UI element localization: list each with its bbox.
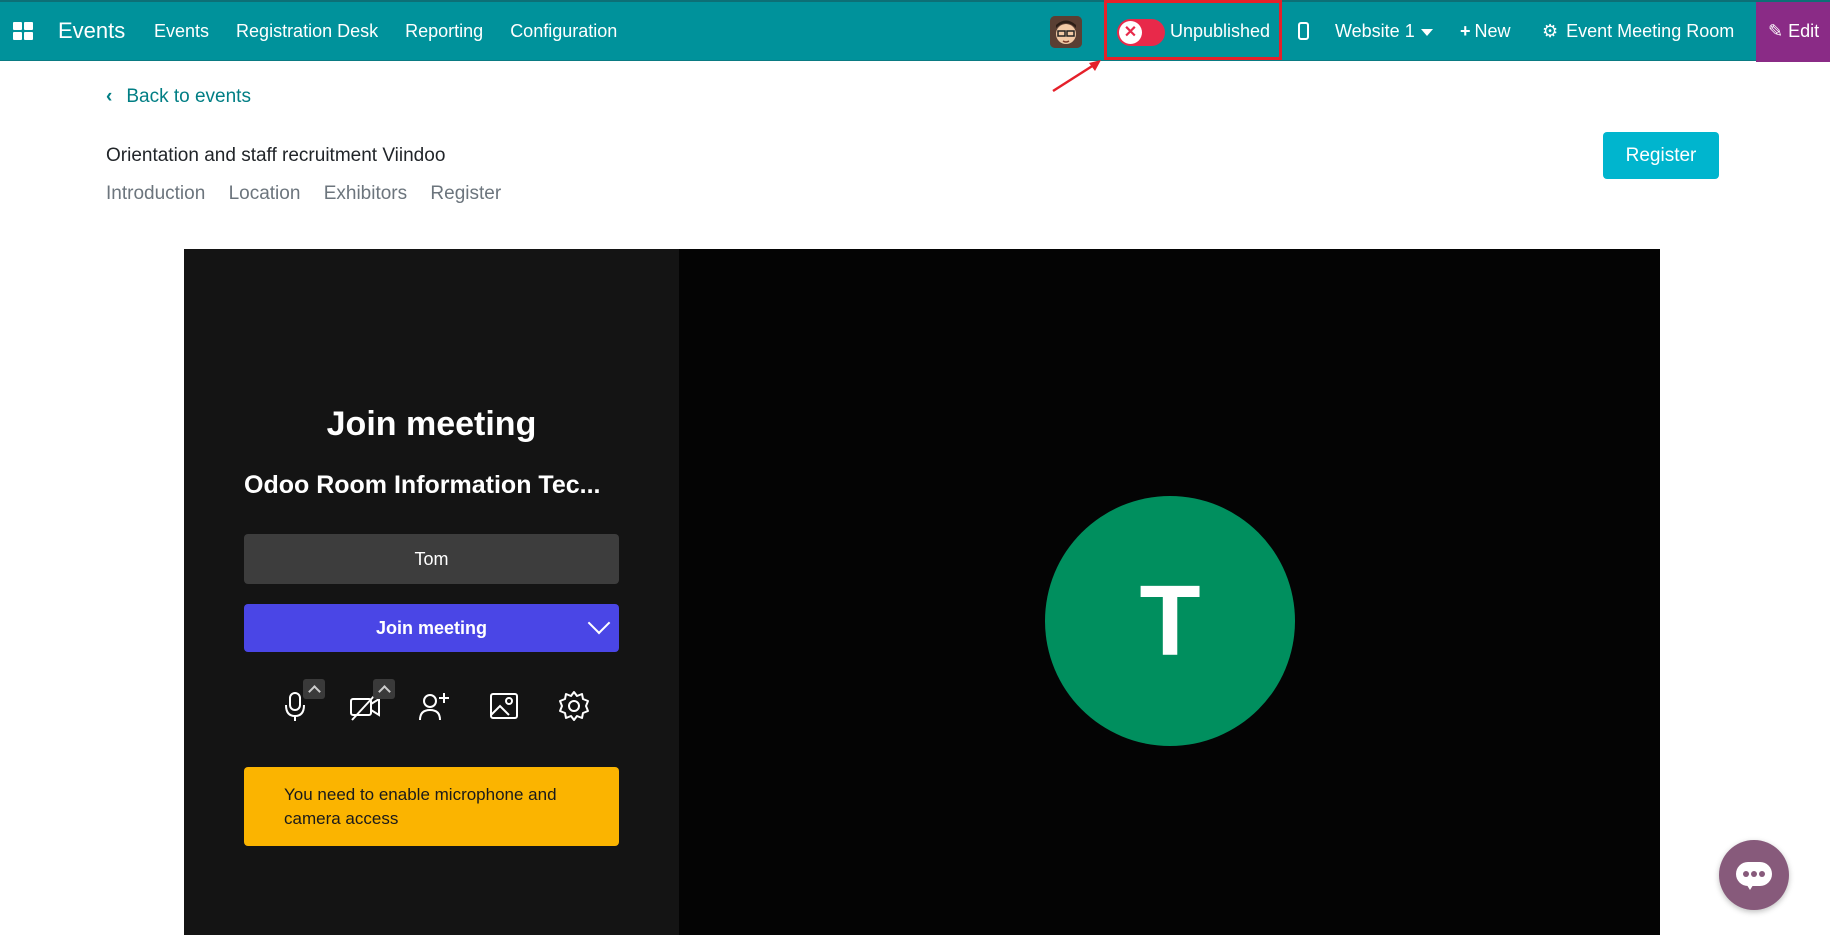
participant-avatar: T (1045, 496, 1295, 746)
meeting-embed: Join meeting Odoo Room Information Tec..… (184, 249, 1660, 935)
display-name-input[interactable]: Tom (244, 534, 619, 584)
mic-options-caret[interactable] (303, 679, 325, 699)
settings-icon[interactable] (557, 689, 591, 723)
prejoin-panel: Join meeting Odoo Room Information Tec..… (184, 249, 679, 935)
background-icon[interactable] (487, 689, 521, 723)
mobile-preview-icon[interactable] (1298, 22, 1309, 40)
menu-item-configuration[interactable]: Configuration (510, 21, 617, 41)
tab-introduction[interactable]: Introduction (106, 183, 205, 204)
gear-icon: ⚙ (1542, 21, 1559, 41)
apps-menu-icon[interactable] (13, 22, 35, 42)
menu-item-registration-desk[interactable]: Registration Desk (236, 21, 378, 41)
main-menu: Events Registration Desk Reporting Confi… (154, 21, 639, 42)
edit-button[interactable]: ✎ Edit (1756, 2, 1830, 62)
avatar-face-icon (1050, 16, 1082, 48)
camera-options-caret[interactable] (373, 679, 395, 699)
join-meeting-title: Join meeting (326, 405, 537, 443)
annotation-arrow-icon (1052, 60, 1101, 93)
back-label: Back to events (126, 86, 251, 107)
user-avatar[interactable] (1050, 16, 1082, 48)
chevron-down-icon[interactable] (587, 611, 611, 635)
new-button[interactable]: + New (1460, 21, 1511, 42)
join-button-label: Join meeting (375, 618, 487, 638)
chat-tail-icon (1745, 882, 1755, 890)
event-title: Orientation and staff recruitment Viindo… (106, 145, 446, 166)
website-label: Website 1 (1335, 21, 1415, 41)
join-meeting-button[interactable]: Join meeting (244, 604, 619, 652)
tab-register[interactable]: Register (430, 183, 501, 204)
pencil-icon: ✎ (1768, 21, 1784, 41)
permission-warning: You need to enable microphone and camera… (244, 767, 619, 846)
room-name: Odoo Room Information Tec... (244, 471, 601, 499)
menu-item-reporting[interactable]: Reporting (405, 21, 483, 41)
live-chat-button[interactable] (1719, 840, 1789, 910)
event-meeting-room-button[interactable]: ⚙ Event Meeting Room (1542, 21, 1734, 42)
tab-location[interactable]: Location (229, 183, 301, 204)
highlight-box (1104, 0, 1282, 60)
caret-down-icon (1420, 28, 1433, 36)
top-navbar: Events Events Registration Desk Reportin… (0, 0, 1830, 62)
new-label: New (1474, 21, 1511, 41)
invite-icon[interactable] (417, 689, 451, 723)
website-switcher[interactable]: Website 1 (1335, 21, 1433, 42)
event-tabs: Introduction Location Exhibitors Registe… (106, 183, 519, 205)
register-button[interactable]: Register (1603, 132, 1719, 179)
tab-exhibitors[interactable]: Exhibitors (324, 183, 407, 204)
plus-icon: + (1460, 21, 1471, 41)
back-to-events-link[interactable]: ‹ Back to events (106, 86, 251, 108)
edit-label: Edit (1788, 21, 1820, 41)
room-label: Event Meeting Room (1566, 21, 1735, 41)
app-name[interactable]: Events (58, 18, 125, 44)
menu-item-events[interactable]: Events (154, 21, 209, 41)
chevron-left-icon: ‹ (106, 86, 113, 107)
